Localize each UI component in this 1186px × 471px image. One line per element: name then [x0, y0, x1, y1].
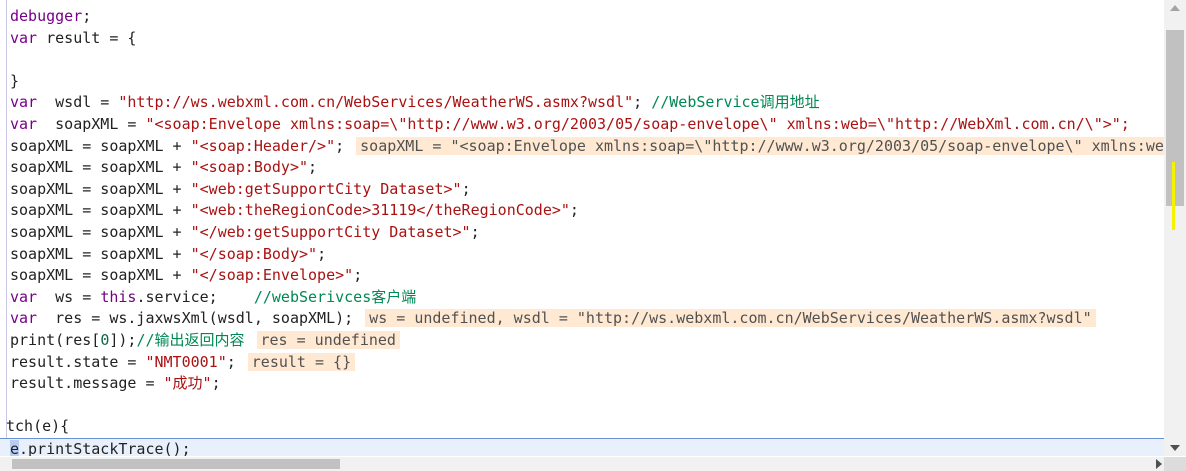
token-string: "</soap:Body>" [190, 244, 318, 263]
inline-debug-value: ws = undefined, wsdl = "http://ws.webxml… [365, 309, 1096, 328]
token-text: result = { [37, 28, 137, 47]
token-string: "<soap:Envelope xmlns:soap=\"http://www.… [145, 114, 1130, 133]
code-line-12[interactable]: soapXML = soapXML + "</soap:Body>"; [0, 244, 1164, 266]
code-line-5[interactable]: var wsdl = "http://ws.webxml.com.cn/WebS… [0, 92, 1164, 114]
inline-debug-value: res = undefined [256, 330, 400, 349]
token-number: 0 [100, 330, 110, 349]
token-text: soapXML = soapXML + [10, 179, 191, 198]
token-string: "<web:theRegionCode>31119</theRegionCode… [190, 201, 570, 220]
token-text: ; [569, 201, 579, 220]
code-line-8[interactable]: soapXML = soapXML + "<soap:Body>"; [0, 157, 1164, 179]
token-keyword: var [10, 309, 38, 328]
code-editor[interactable]: debugger; var result = { } var wsdl = "h… [0, 0, 1186, 471]
code-line-1[interactable]: debugger; [0, 6, 1164, 28]
token-text: soapXML = soapXML + [10, 158, 191, 177]
token-keyword: var [10, 28, 38, 47]
token-text: ]); [109, 330, 137, 349]
token-string: "<web:getSupportCity Dataset>" [190, 179, 462, 198]
token-text: res = ws.jaxwsXml(wsdl, soapXML); [37, 309, 354, 328]
token-comment: //WebService调用地址 [651, 93, 820, 112]
code-line-18[interactable]: result.message = "成功"; [0, 373, 1164, 395]
token-text: soapXML = soapXML + [10, 136, 191, 155]
token-debugger: debugger [10, 7, 83, 25]
code-line-9[interactable]: soapXML = soapXML + "<web:getSupportCity… [0, 179, 1164, 201]
token-string: "<soap:Body>" [190, 158, 309, 177]
token-text: } [10, 71, 20, 90]
triangle-up-icon[interactable] [1170, 5, 1180, 11]
token-text: ; [82, 7, 92, 25]
code-line-16[interactable]: print(res[0]);//输出返回内容 res = undefined [0, 330, 1164, 352]
token-text: wsdl = [37, 93, 119, 112]
token-this: this [100, 287, 137, 306]
inline-debug-value: soapXML = "<soap:Envelope xmlns:soap=\"h… [356, 136, 1164, 155]
code-line-21-current[interactable]: e.printStackTrace(); [0, 437, 1164, 456]
code-line-15[interactable]: var res = ws.jaxwsXml(wsdl, soapXML); ws … [0, 308, 1164, 330]
code-area[interactable]: debugger; var result = { } var wsdl = "h… [0, 6, 1164, 456]
code-line-14[interactable]: var ws = this.service; //webSerivces客户端 [0, 287, 1164, 309]
code-line-19[interactable] [0, 395, 1164, 417]
code-line-10[interactable]: soapXML = soapXML + "<web:theRegionCode>… [0, 200, 1164, 222]
code-line-3[interactable] [0, 49, 1164, 71]
token-text: ; [308, 158, 318, 177]
token-text: ; [335, 136, 345, 155]
token-text: print(res[ [10, 330, 101, 349]
token-string: "</web:getSupportCity Dataset>" [190, 222, 471, 241]
search-match-marker [1172, 162, 1175, 230]
token-keyword: var [10, 93, 38, 112]
token-text: ; [317, 244, 327, 263]
triangle-down-icon[interactable] [1170, 445, 1180, 451]
token-string: "<soap:Header/>" [190, 136, 336, 155]
token-text: ; [633, 93, 652, 112]
text-cursor: e [10, 439, 20, 456]
code-line-7[interactable]: soapXML = soapXML + "<soap:Header/>"; soa… [0, 136, 1164, 158]
token-comment: //输出返回内容 [136, 330, 245, 349]
token-text: result.message = [10, 374, 164, 393]
inline-debug-value: result = {} [247, 352, 356, 371]
token-text: ; [353, 266, 363, 285]
vertical-scroll-thumb[interactable] [1166, 30, 1184, 206]
token-text: ws = [37, 287, 101, 306]
token-text: .printStackTrace(); [19, 439, 191, 456]
code-line-17[interactable]: result.state = "NMT0001"; result = {} [0, 352, 1164, 374]
token-text: soapXML = soapXML + [10, 266, 191, 285]
token-keyword: var [10, 287, 38, 306]
triangle-right-icon[interactable] [1156, 459, 1162, 469]
token-string: "成功" [163, 374, 212, 393]
token-text: tch(e){ [6, 417, 70, 436]
token-text: ; [461, 179, 471, 198]
token-text: result.state = [10, 352, 146, 371]
token-text: ; [226, 352, 236, 371]
code-line-2[interactable]: var result = { [0, 28, 1164, 50]
token-string: "</soap:Envelope>" [190, 266, 354, 285]
code-line-4[interactable]: } [0, 71, 1164, 93]
token-text: soapXML = soapXML + [10, 244, 191, 263]
token-string: "NMT0001" [145, 352, 227, 371]
code-line-6[interactable]: var soapXML = "<soap:Envelope xmlns:soap… [0, 114, 1164, 136]
scrollbar-corner [1164, 457, 1186, 471]
token-keyword: var [10, 114, 38, 133]
token-text: soapXML = soapXML + [10, 222, 191, 241]
code-line-13[interactable]: soapXML = soapXML + "</soap:Envelope>"; [0, 265, 1164, 287]
horizontal-scroll-thumb[interactable] [12, 459, 340, 469]
code-line-11[interactable]: soapXML = soapXML + "</web:getSupportCit… [0, 222, 1164, 244]
token-text: ; [470, 222, 480, 241]
vertical-scrollbar[interactable] [1164, 0, 1186, 456]
token-comment: //webSerivces客户端 [253, 287, 417, 306]
token-string: "http://ws.webxml.com.cn/WebServices/Wea… [118, 93, 634, 112]
token-text: ; [211, 374, 221, 393]
token-text: soapXML = soapXML + [10, 201, 191, 220]
code-line-20[interactable]: tch(e){ [0, 416, 1164, 438]
token-text: .service; [136, 287, 254, 306]
token-text: soapXML = [37, 114, 146, 133]
horizontal-scrollbar[interactable] [0, 457, 1164, 471]
